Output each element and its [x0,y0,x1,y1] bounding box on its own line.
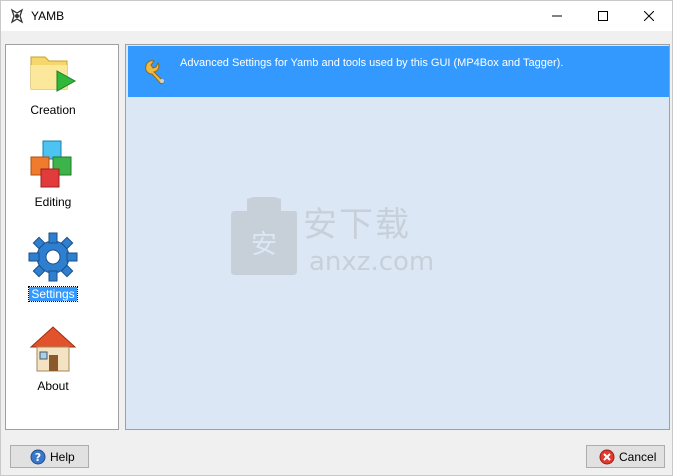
cancel-label: Cancel [619,450,657,464]
wrench-icon [145,60,165,85]
close-button[interactable] [626,1,672,31]
app-window: YAMB Creation Editing Settings About Adv… [0,0,673,476]
banner-text: Advanced Settings for Yamb and tools use… [180,57,564,69]
watermark: 安 安下载 anxz.com [229,197,444,279]
sidebar-item-settings[interactable]: Settings [6,231,118,317]
sidebar-item-label: Editing [34,195,72,209]
minimize-icon [552,15,562,17]
sidebar-item-about[interactable]: About [6,323,118,409]
sidebar-item-editing[interactable]: Editing [6,139,118,225]
gear-icon [28,232,78,282]
help-icon: ? [30,449,46,465]
sidebar-item-label: Creation [30,103,76,117]
maximize-icon [598,11,608,21]
minimize-button[interactable] [534,1,580,31]
folder-play-icon [30,56,77,92]
sidebar-item-creation[interactable]: Creation [6,47,118,133]
title-bar[interactable]: YAMB [1,1,672,31]
house-icon [29,326,77,372]
svg-text:?: ? [35,451,41,464]
help-label: Help [50,450,75,464]
watermark-en-text: anxz.com [309,247,435,277]
shield-icon: 安 [231,197,297,275]
close-icon [644,11,654,21]
sidebar-item-label: About [37,379,69,393]
cancel-icon [599,449,615,465]
maximize-button[interactable] [580,1,626,31]
sidebar-item-label: Settings [28,286,78,302]
info-banner: Advanced Settings for Yamb and tools use… [128,46,669,97]
sidebar: Creation Editing Settings About [5,44,119,430]
cancel-button[interactable]: Cancel [586,445,665,468]
watermark-cn-text: 安下载 [303,205,411,245]
app-logo-icon [10,8,24,24]
cubes-icon [30,140,72,188]
watermark-shield-char: 安 [251,230,277,260]
help-button[interactable]: ? Help [10,445,89,468]
window-title: YAMB [31,9,65,23]
